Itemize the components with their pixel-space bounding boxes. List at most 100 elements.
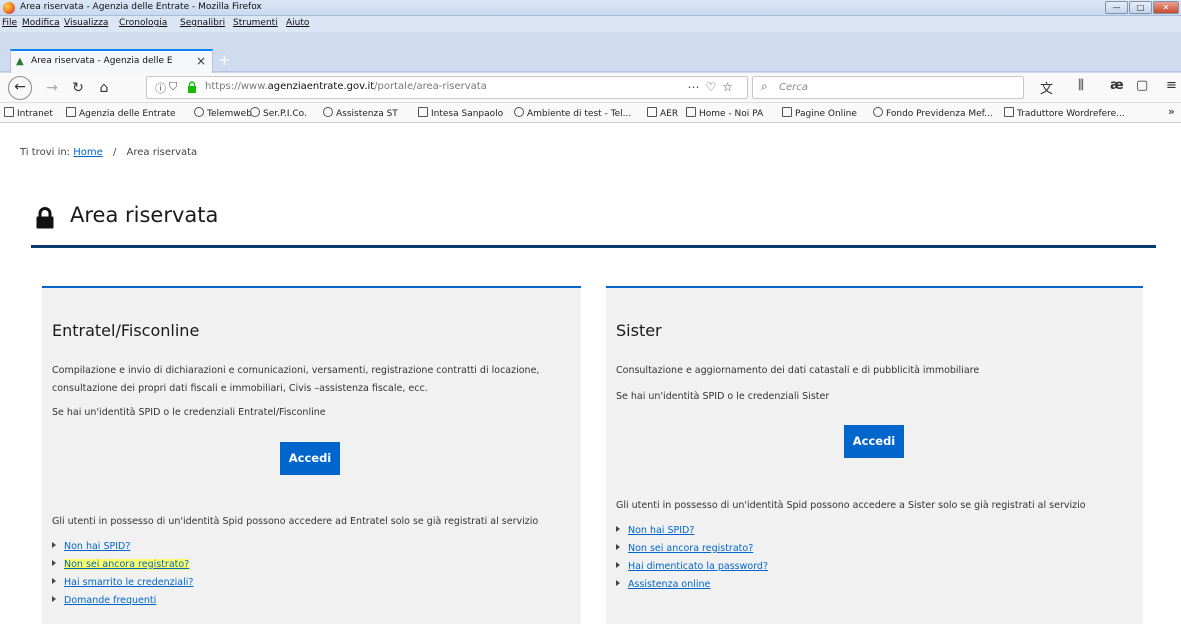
agenzia-bookmark-icon — [4, 107, 14, 117]
wordreference-icon — [1004, 107, 1014, 117]
bullet-arrow-icon — [52, 596, 56, 602]
bookmark-noipa[interactable]: Home - Noi PA — [686, 107, 763, 119]
maximize-button[interactable]: □ — [1129, 1, 1152, 14]
back-arrow-icon[interactable]: ← — [8, 76, 32, 100]
link-password-dimenticata[interactable]: Hai dimenticato la password? — [628, 561, 768, 572]
sidebar-icon[interactable]: ▢ — [1136, 78, 1148, 93]
card-links: Non hai SPID? Non sei ancora registrato?… — [616, 522, 768, 594]
card-title: Sister — [616, 321, 662, 340]
info-icon[interactable]: ⓘ — [155, 80, 166, 96]
globe-icon — [514, 107, 524, 117]
link-domande-frequenti[interactable]: Domande frequenti — [64, 595, 156, 606]
search-icon: ⌕ — [761, 79, 768, 93]
forward-arrow-icon[interactable]: → — [40, 76, 64, 100]
aer-icon — [647, 107, 657, 117]
page-actions[interactable]: ⋯♡☆ — [687, 80, 739, 94]
page-title: Area riservata — [70, 203, 219, 227]
agenzia-favicon-icon: ▲ — [16, 56, 24, 67]
accedi-entratel-button[interactable]: Accedi — [280, 442, 340, 475]
breadcrumb-separator: / — [112, 147, 117, 158]
card-links: Non hai SPID? Non sei ancora registrato?… — [52, 538, 193, 610]
tracking-shield-icon[interactable]: ⛉ — [169, 80, 177, 94]
bookmark-wordreference[interactable]: Traduttore Wordrefere... — [1004, 107, 1125, 119]
bookmark-star-icon: ☆ — [722, 80, 739, 94]
menu-cronologia[interactable]: Cronologia — [119, 18, 167, 28]
menu-visualizza[interactable]: Visualizza — [64, 18, 108, 28]
search-bar[interactable]: ⌕ Cerca — [752, 76, 1024, 99]
close-window-button[interactable]: ✕ — [1153, 1, 1179, 14]
list-item: Assistenza online — [616, 576, 768, 594]
bullet-arrow-icon — [616, 544, 620, 550]
bookmark-fondo-previdenza[interactable]: Fondo Previdenza Mef... — [873, 107, 993, 119]
bullet-arrow-icon — [616, 562, 620, 568]
bookmark-pagine-online[interactable]: Pagine Online — [782, 107, 857, 119]
menu-file[interactable]: File — [2, 18, 17, 28]
bookmark-telemweb[interactable]: Telemweb — [194, 107, 252, 119]
link-credenziali-smarrite[interactable]: Hai smarrito le credenziali? — [64, 577, 193, 588]
window-controls: — □ ✕ — [1105, 1, 1179, 14]
bullet-arrow-icon — [616, 526, 620, 532]
tab-area-riservata[interactable]: ▲ Area riservata - Agenzia delle E × — [10, 49, 213, 73]
firefox-logo-icon — [3, 2, 15, 14]
breadcrumb-prefix: Ti trovi in: — [20, 147, 71, 158]
url-bar[interactable]: ⓘ ⛉ https://www.agenziaentrate.gov.it/po… — [146, 76, 748, 99]
bookmark-aer[interactable]: AER — [647, 107, 678, 119]
link-assistenza-online[interactable]: Assistenza online — [628, 579, 710, 590]
tab-close-icon[interactable]: × — [196, 54, 206, 68]
globe-icon — [250, 107, 260, 117]
hamburger-menu-icon[interactable]: ≡ — [1166, 78, 1177, 93]
bullet-arrow-icon — [52, 560, 56, 566]
translate-icon[interactable]: 文 — [1040, 78, 1053, 97]
secure-lock-icon[interactable] — [187, 81, 197, 93]
library-icon[interactable]: ⫼ — [1078, 78, 1084, 93]
breadcrumb-home-link[interactable]: Home — [73, 147, 103, 158]
new-tab-icon[interactable]: + — [218, 51, 231, 69]
bookmarks-toolbar: Intranet Agenzia delle Entrate Telemweb … — [0, 103, 1181, 123]
minimize-button[interactable]: — — [1105, 1, 1128, 14]
menu-aiuto[interactable]: Aiuto — [286, 18, 309, 28]
sister-card: Sister Consultazione e aggiornamento dei… — [606, 286, 1143, 624]
bookmark-ambiente-test[interactable]: Ambiente di test - Tel... — [514, 107, 631, 119]
fondo-icon — [873, 107, 883, 117]
list-item: Domande frequenti — [52, 592, 193, 610]
noipa-icon — [686, 107, 696, 117]
bookmarks-overflow-icon[interactable]: » — [1168, 105, 1175, 118]
reload-icon[interactable]: ↻ — [66, 76, 90, 100]
bullet-arrow-icon — [52, 542, 56, 548]
tab-title: Area riservata - Agenzia delle E — [31, 56, 173, 66]
agenzia-bookmark-icon — [782, 107, 792, 117]
link-non-sei-registrato[interactable]: Non sei ancora registrato? — [64, 559, 190, 570]
accedi-sister-button[interactable]: Accedi — [844, 425, 904, 458]
menu-segnalibri[interactable]: Segnalibri — [180, 18, 225, 28]
link-non-sei-registrato[interactable]: Non sei ancora registrato? — [628, 543, 753, 554]
bookmark-agenzia-entrate[interactable]: Agenzia delle Entrate — [66, 107, 176, 119]
window-title: Area riservata - Agenzia delle Entrate -… — [20, 2, 262, 12]
card-note: Gli utenti in possesso di un'identità Sp… — [616, 500, 1086, 511]
breadcrumb: Ti trovi in: Home / Area riservata — [20, 147, 197, 158]
menu-modifica[interactable]: Modifica — [22, 18, 60, 28]
bullet-arrow-icon — [616, 580, 620, 586]
bookmark-serpico[interactable]: Ser.P.I.Co. — [250, 107, 307, 119]
url-text[interactable]: https://www.agenziaentrate.gov.it/portal… — [205, 81, 487, 92]
breadcrumb-current: Area riservata — [126, 147, 198, 158]
list-item: Non hai SPID? — [616, 522, 768, 540]
card-description: Compilazione e invio di dichiarazioni e … — [52, 365, 540, 394]
window-titlebar: Area riservata - Agenzia delle Entrate -… — [0, 0, 1181, 16]
link-non-hai-spid[interactable]: Non hai SPID? — [64, 541, 130, 552]
bullet-arrow-icon — [52, 578, 56, 584]
globe-icon — [194, 107, 204, 117]
list-item: Hai dimenticato la password? — [616, 558, 768, 576]
globe-icon — [323, 107, 333, 117]
bookmark-intranet[interactable]: Intranet — [4, 107, 53, 119]
page-actions-menu-icon: ⋯ — [687, 80, 706, 94]
bookmark-intesa[interactable]: Intesa Sanpaolo — [418, 107, 503, 119]
menu-bar: File Modifica Visualizza Cronologia Segn… — [0, 16, 1181, 32]
ae-extension-icon[interactable]: æ — [1110, 78, 1124, 93]
link-non-hai-spid[interactable]: Non hai SPID? — [628, 525, 694, 536]
card-title: Entratel/Fisconline — [52, 321, 200, 340]
menu-strumenti[interactable]: Strumenti — [233, 18, 278, 28]
card-spid-text: Se hai un'identità SPID o le credenziali… — [616, 391, 830, 402]
bookmark-assistenza-st[interactable]: Assistenza ST — [323, 107, 398, 119]
title-divider — [31, 245, 1156, 248]
home-icon[interactable]: ⌂ — [92, 76, 116, 100]
